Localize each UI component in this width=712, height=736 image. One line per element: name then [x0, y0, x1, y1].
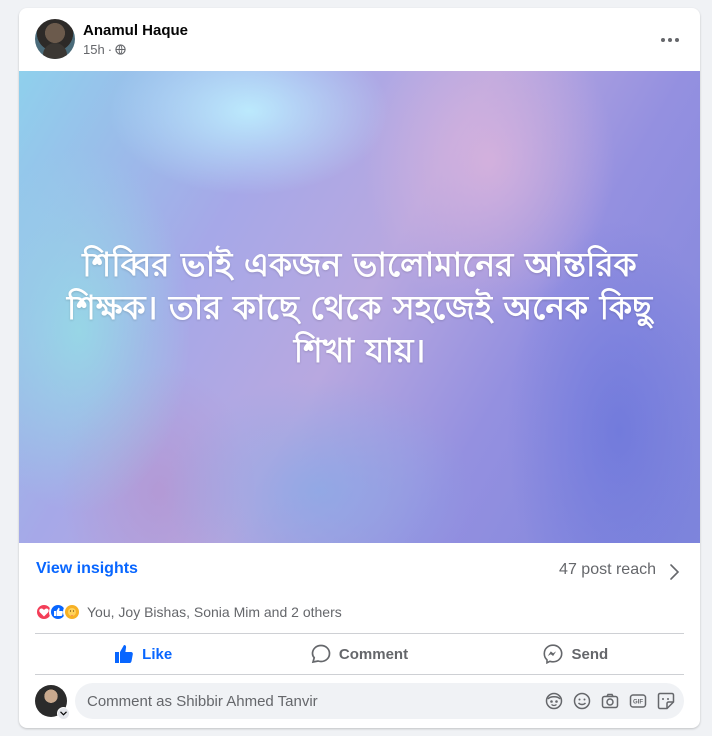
messenger-icon	[543, 644, 563, 664]
send-label: Send	[571, 645, 609, 663]
post-text: শিব্বির ভাই একজন ভালোমানের আন্তরিক শিক্ষ…	[66, 244, 653, 370]
comment-box[interactable]: GIF	[75, 683, 684, 719]
thumbs-up-icon	[115, 645, 133, 663]
comment-input[interactable]	[87, 692, 544, 710]
divider	[35, 674, 684, 675]
reactions-summary[interactable]: You, Joy Bishas, Sonia Mim and 2 others	[35, 600, 342, 624]
post-actions: Like Comment Send	[35, 634, 684, 674]
post-header: Anamul Haque 15h ·	[19, 8, 700, 71]
sticker-icon[interactable]	[656, 691, 676, 711]
globe-icon[interactable]	[115, 44, 126, 55]
svg-text:GIF: GIF	[633, 700, 643, 706]
comment-bubble-icon	[311, 644, 331, 664]
care-icon	[63, 603, 81, 621]
post-card: Anamul Haque 15h · শিব্বির ভাই একজন ভালো…	[19, 8, 700, 728]
post-time[interactable]: 15h	[83, 42, 105, 57]
like-label: Like	[142, 645, 173, 663]
more-dots-icon	[661, 38, 679, 42]
post-meta: 15h ·	[83, 42, 126, 57]
comment-composer: GIF	[35, 683, 684, 720]
meta-separator: ·	[107, 42, 113, 57]
more-options-button[interactable]	[652, 22, 688, 58]
chevron-down-icon[interactable]	[57, 707, 70, 720]
gif-icon[interactable]: GIF	[628, 691, 648, 711]
comment-tools: GIF	[544, 691, 676, 711]
like-button[interactable]: Like	[35, 634, 251, 674]
camera-icon[interactable]	[600, 691, 620, 711]
reaction-icons	[35, 603, 81, 621]
chevron-right-icon[interactable]	[668, 563, 680, 581]
avatar-sticker-icon[interactable]	[544, 691, 564, 711]
emoji-icon[interactable]	[572, 691, 592, 711]
author-avatar[interactable]	[35, 19, 75, 59]
insights-row: View insights 47 post reach	[19, 543, 700, 599]
comment-button[interactable]: Comment	[251, 634, 467, 674]
view-insights-link[interactable]: View insights	[36, 560, 138, 578]
post-background-media[interactable]: শিব্বির ভাই একজন ভালোমানের আন্তরিক শিক্ষ…	[19, 71, 700, 543]
comment-label: Comment	[338, 645, 409, 663]
reaction-names[interactable]: You, Joy Bishas, Sonia Mim and 2 others	[87, 604, 342, 620]
send-button[interactable]: Send	[468, 634, 684, 674]
post-reach[interactable]: 47 post reach	[559, 561, 656, 579]
author-name[interactable]: Anamul Haque	[83, 22, 188, 39]
commenter-avatar[interactable]	[35, 685, 70, 720]
